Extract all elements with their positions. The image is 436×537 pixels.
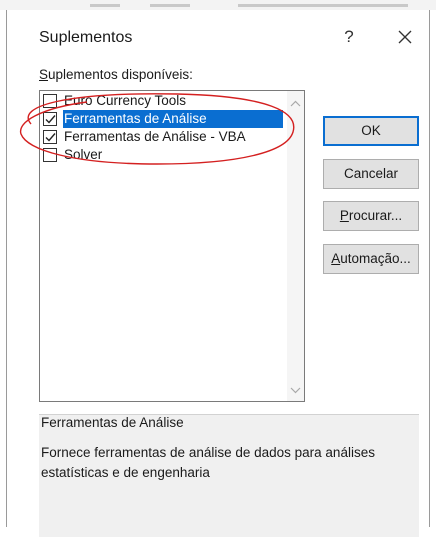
background-ribbon-fragment — [150, 4, 190, 7]
close-icon — [398, 30, 412, 44]
cancel-button[interactable]: Cancelar — [323, 159, 419, 189]
list-item-label: Euro Currency Tools — [64, 93, 187, 108]
checkbox-euro-currency-tools[interactable] — [43, 94, 57, 108]
description-panel: Ferramentas de Análise Fornece ferrament… — [39, 414, 419, 537]
available-addins-label: Suplementos disponíveis: — [39, 67, 193, 82]
background-ribbon-fragment — [90, 4, 120, 7]
available-addins-label-rest: uplementos disponíveis: — [48, 67, 193, 82]
description-title: Ferramentas de Análise — [41, 415, 184, 430]
list-item-ferramentas-de-analise[interactable]: Ferramentas de Análise — [41, 110, 285, 128]
browse-button-mnemonic: P — [339, 208, 349, 223]
chevron-up-icon — [290, 100, 301, 107]
list-item-label: Ferramentas de Análise — [63, 110, 283, 128]
chevron-down-icon — [290, 387, 301, 394]
list-item-euro-currency-tools[interactable]: Euro Currency Tools — [41, 92, 285, 110]
browse-button[interactable]: Procurar... — [323, 201, 419, 231]
available-addins-label-mnemonic: S — [39, 67, 49, 82]
help-button[interactable]: ? — [337, 24, 361, 50]
background-ribbon-fragment — [238, 4, 408, 7]
checkmark-icon — [45, 115, 56, 124]
list-item-ferramentas-de-analise-vba[interactable]: Ferramentas de Análise - VBA — [41, 128, 285, 146]
checkbox-solver[interactable] — [43, 148, 57, 162]
automation-button-mnemonic: A — [331, 251, 341, 266]
addins-dialog: Suplementos ? Suplementos disponíveis: E… — [6, 10, 430, 537]
description-text: Fornece ferramentas de análise de dados … — [41, 445, 375, 480]
close-button[interactable] — [392, 24, 418, 50]
checkbox-ferramentas-de-analise-vba[interactable] — [43, 130, 57, 144]
automation-button[interactable]: Automação... — [323, 244, 419, 274]
automation-button-label: utomação... — [340, 251, 411, 266]
browse-button-label: rocurar... — [348, 208, 403, 223]
checkmark-icon — [45, 133, 56, 142]
checkbox-ferramentas-de-analise[interactable] — [43, 112, 57, 126]
list-scrollbar[interactable] — [287, 91, 304, 401]
list-item-label: Ferramentas de Análise - VBA — [64, 129, 246, 144]
scroll-up-button[interactable] — [289, 97, 302, 109]
scroll-down-button[interactable] — [289, 383, 302, 395]
list-item-label: Solver — [64, 147, 103, 162]
background-window-strip — [0, 0, 436, 10]
addins-listbox[interactable]: Euro Currency Tools Ferramentas de Análi… — [39, 90, 305, 402]
list-item-solver[interactable]: Solver — [41, 146, 285, 164]
ok-button[interactable]: OK — [323, 116, 419, 146]
dialog-title: Suplementos — [39, 29, 133, 46]
